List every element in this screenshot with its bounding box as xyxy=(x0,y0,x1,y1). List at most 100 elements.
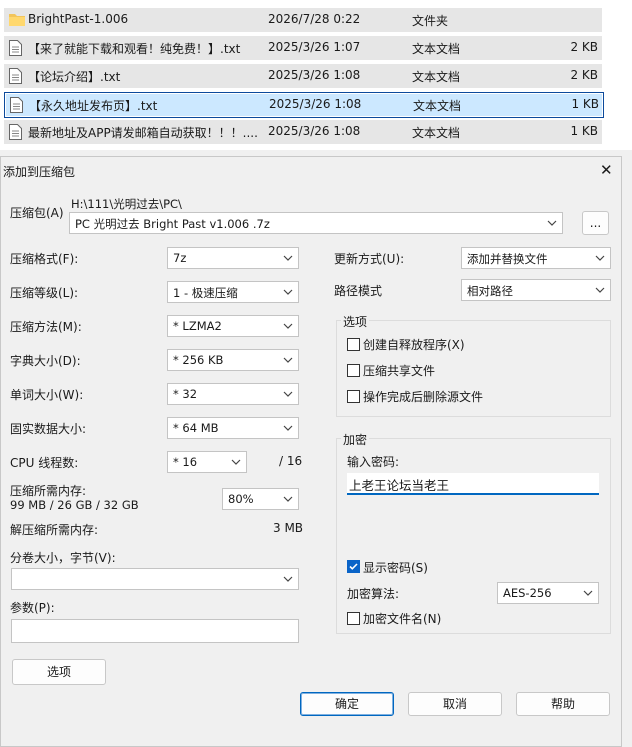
file-row-selected[interactable]: 【永久地址发布页】.txt 2025/3/26 1:08 文本文档 1 KB xyxy=(4,92,604,118)
encryption-method-select[interactable]: AES-256 xyxy=(497,582,599,604)
file-type: 文本文档 xyxy=(412,126,461,140)
memory-decompress-label: 解压缩所需内存: xyxy=(10,523,99,537)
chevron-down-icon xyxy=(283,496,293,502)
sfx-label: 创建自释放程序(X) xyxy=(363,338,465,352)
format-label: 压缩格式(F): xyxy=(10,252,79,266)
shared-files-label: 压缩共享文件 xyxy=(363,364,436,378)
browse-button[interactable]: ... xyxy=(582,211,609,235)
level-select[interactable]: 1 - 极速压缩 xyxy=(167,281,299,303)
chevron-down-icon xyxy=(595,255,605,261)
archive-name-value: PC 光明过去 Bright Past v1.006 .7z xyxy=(75,217,270,231)
delete-after-label: 操作完成后删除源文件 xyxy=(363,390,484,404)
chevron-down-icon xyxy=(547,220,557,226)
memory-compress-detail: 99 MB / 26 GB / 32 GB xyxy=(10,498,139,512)
options-group-title: 选项 xyxy=(341,313,370,330)
dictionary-value: * 256 KB xyxy=(173,353,224,367)
file-size: 1 KB xyxy=(570,124,598,138)
dialog-title: 添加到压缩包 xyxy=(3,165,76,179)
path-mode-select[interactable]: 相对路径 xyxy=(461,279,611,301)
parameters-label: 参数(P): xyxy=(10,601,55,615)
password-value: 上老王论坛当老王 xyxy=(349,478,450,493)
text-file-icon xyxy=(9,40,23,56)
chevron-down-icon xyxy=(595,287,605,293)
method-label: 压缩方法(M): xyxy=(10,320,82,334)
update-mode-select[interactable]: 添加并替换文件 xyxy=(461,247,611,269)
file-type: 文本文档 xyxy=(412,70,461,84)
help-button[interactable]: 帮助 xyxy=(516,692,610,716)
cpu-threads-total: / 16 xyxy=(279,454,303,468)
text-file-icon xyxy=(9,68,23,84)
chevron-down-icon xyxy=(231,459,241,465)
encryption-group-title: 加密 xyxy=(341,431,370,448)
update-mode-value: 添加并替换文件 xyxy=(467,252,548,266)
password-input[interactable]: 上老王论坛当老王 xyxy=(347,473,599,495)
cpu-threads-value: * 16 xyxy=(173,455,198,469)
shared-files-checkbox[interactable] xyxy=(347,364,360,377)
options-button[interactable]: 选项 xyxy=(12,659,106,685)
show-password-checkbox[interactable] xyxy=(347,560,360,573)
file-date: 2025/3/26 1:08 xyxy=(268,124,361,138)
password-label: 输入密码: xyxy=(347,455,400,469)
solid-block-value: * 64 MB xyxy=(173,421,219,435)
chevron-down-icon xyxy=(283,425,293,431)
word-size-select[interactable]: * 32 xyxy=(167,383,299,405)
file-size: 2 KB xyxy=(570,40,598,54)
file-date: 2025/3/26 1:08 xyxy=(268,68,361,82)
archive-name-combo[interactable]: PC 光明过去 Bright Past v1.006 .7z xyxy=(69,212,563,234)
chevron-down-icon xyxy=(283,391,293,397)
word-size-label: 单词大小(W): xyxy=(10,388,84,402)
cpu-threads-label: CPU 线程数: xyxy=(10,456,79,470)
path-mode-value: 相对路径 xyxy=(467,284,513,298)
method-select[interactable]: * LZMA2 xyxy=(167,315,299,337)
file-row[interactable]: BrightPast-1.006 2026/7/28 0:22 文件夹 xyxy=(4,8,602,32)
add-to-archive-dialog: 添加到压缩包 ✕ 压缩包(A) H:\111\光明过去\PC\ PC 光明过去 … xyxy=(0,156,622,747)
text-file-icon xyxy=(9,124,23,140)
file-type: 文本文档 xyxy=(412,42,461,56)
file-size: 2 KB xyxy=(570,68,598,82)
memory-usage-value: 80% xyxy=(228,492,254,506)
path-mode-label: 路径模式 xyxy=(334,284,383,298)
cpu-threads-select[interactable]: * 16 xyxy=(167,451,247,473)
file-list: BrightPast-1.006 2026/7/28 0:22 文件夹 【来了就… xyxy=(0,0,632,150)
chevron-down-icon xyxy=(583,590,593,596)
file-date: 2026/7/28 0:22 xyxy=(268,12,361,26)
volume-size-label: 分卷大小，字节(V): xyxy=(10,551,116,565)
file-row[interactable]: 【论坛介绍】.txt 2025/3/26 1:08 文本文档 2 KB xyxy=(4,64,602,88)
chevron-down-icon xyxy=(283,289,293,295)
parameters-input[interactable] xyxy=(11,619,299,643)
file-type: 文件夹 xyxy=(412,14,449,28)
encryption-method-value: AES-256 xyxy=(503,586,552,600)
cancel-button[interactable]: 取消 xyxy=(408,692,502,716)
close-icon[interactable]: ✕ xyxy=(600,161,613,179)
encrypt-names-checkbox[interactable] xyxy=(347,612,360,625)
level-label: 压缩等级(L): xyxy=(10,286,79,300)
format-select[interactable]: 7z xyxy=(167,247,299,269)
dictionary-select[interactable]: * 256 KB xyxy=(167,349,299,371)
encrypt-names-label: 加密文件名(N) xyxy=(363,612,442,626)
method-value: * LZMA2 xyxy=(173,319,222,333)
archive-label: 压缩包(A) xyxy=(10,206,64,220)
file-row[interactable]: 最新地址及APP请发邮箱自动获取！！！.... 2025/3/26 1:08 文… xyxy=(4,120,602,144)
ok-button[interactable]: 确定 xyxy=(300,692,394,716)
delete-after-checkbox[interactable] xyxy=(347,390,360,403)
format-value: 7z xyxy=(173,251,187,265)
sfx-checkbox[interactable] xyxy=(347,338,360,351)
file-name: 【永久地址发布页】.txt xyxy=(29,99,158,113)
solid-block-select[interactable]: * 64 MB xyxy=(167,417,299,439)
level-value: 1 - 极速压缩 xyxy=(173,286,238,300)
checkmark-icon xyxy=(349,563,358,570)
folder-icon xyxy=(9,12,25,28)
text-file-icon xyxy=(10,97,24,113)
file-date: 2025/3/26 1:08 xyxy=(269,97,362,111)
file-row[interactable]: 【来了就能下载和观看！纯免费！】.txt 2025/3/26 1:07 文本文档… xyxy=(4,36,602,60)
file-name: 【论坛介绍】.txt xyxy=(28,70,121,84)
file-type: 文本文档 xyxy=(413,99,462,113)
chevron-down-icon xyxy=(283,323,293,329)
memory-decompress-value: 3 MB xyxy=(273,521,304,535)
memory-usage-select[interactable]: 80% xyxy=(222,488,299,510)
file-size: 1 KB xyxy=(571,97,599,111)
update-mode-label: 更新方式(U): xyxy=(334,252,405,266)
volume-size-combo[interactable] xyxy=(11,568,299,590)
file-name: 【来了就能下载和观看！纯免费！】.txt xyxy=(28,42,241,56)
archive-path: H:\111\光明过去\PC\ xyxy=(71,197,182,211)
